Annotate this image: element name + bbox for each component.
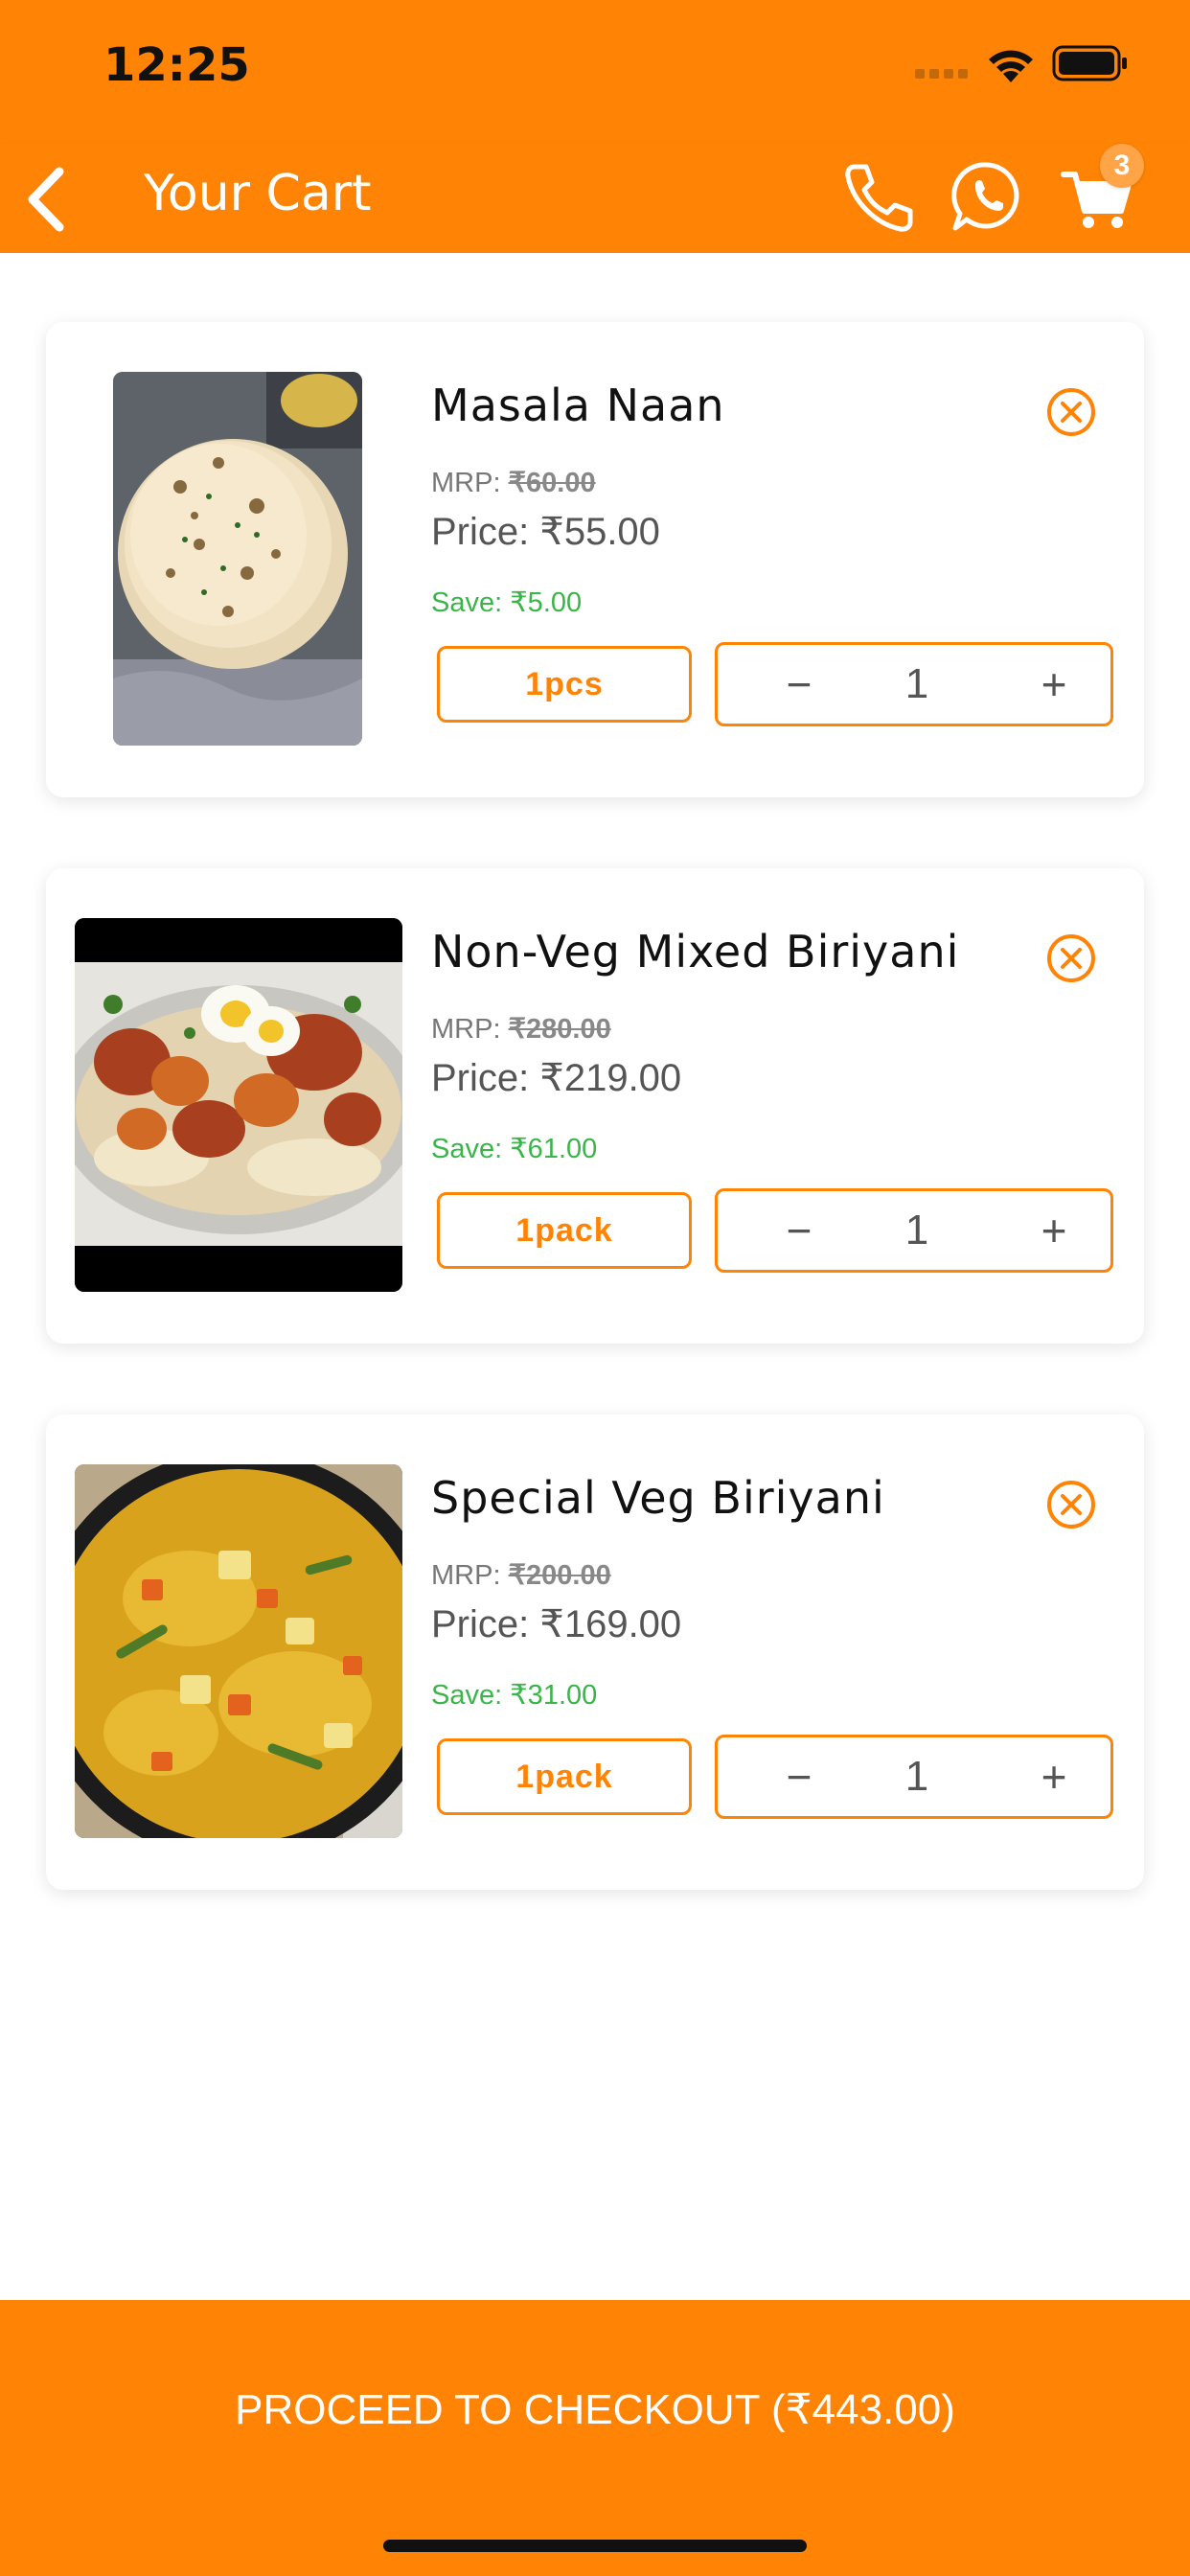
price-row: Price: ₹55.00 xyxy=(431,510,660,554)
save-row: Save: ₹31.00 xyxy=(431,1678,597,1712)
quantity-stepper: − 1 + xyxy=(715,1735,1113,1819)
increase-quantity-button[interactable]: + xyxy=(1011,645,1097,724)
checkout-bar: PROCEED TO CHECKOUT (₹443.00) xyxy=(0,2300,1190,2576)
quantity-stepper: − 1 + xyxy=(715,1188,1113,1273)
quantity-value: 1 xyxy=(904,1753,929,1800)
remove-item-icon[interactable] xyxy=(1044,932,1098,985)
decrease-quantity-button[interactable]: − xyxy=(756,1737,842,1816)
quantity-stepper: − 1 + xyxy=(715,642,1113,726)
mrp-row: MRP: ₹280.00 xyxy=(431,1012,611,1046)
home-indicator[interactable] xyxy=(383,2540,807,2552)
save-label: Save: xyxy=(431,587,503,618)
status-time: 12:25 xyxy=(103,38,250,92)
mrp-row: MRP: ₹60.00 xyxy=(431,466,596,499)
special-veg-biriyani-image xyxy=(75,1464,402,1838)
mrp-value: ₹200.00 xyxy=(508,1560,611,1591)
cart-count-badge: 3 xyxy=(1100,144,1144,188)
cart-item-card: Masala Naan MRP: ₹60.00 Price: ₹55.00 Sa… xyxy=(46,322,1144,797)
price-row: Price: ₹169.00 xyxy=(431,1602,681,1646)
cart-item-card: Special Veg Biriyani MRP: ₹200.00 Price:… xyxy=(46,1414,1144,1890)
cart-item-card: Non-Veg Mixed Biriyani MRP: ₹280.00 Pric… xyxy=(46,868,1144,1344)
whatsapp-icon[interactable] xyxy=(944,153,1030,240)
quantity-value: 1 xyxy=(904,660,929,707)
increase-quantity-button[interactable]: + xyxy=(1011,1737,1097,1816)
unit-select-button[interactable]: 1pack xyxy=(437,1738,692,1815)
price-label: Price: xyxy=(431,1057,530,1099)
price-label: Price: xyxy=(431,511,530,553)
proceed-to-checkout-button[interactable]: PROCEED TO CHECKOUT (₹443.00) xyxy=(0,2358,1190,2463)
item-name: Non-Veg Mixed Biriyani xyxy=(431,926,960,978)
quantity-value: 1 xyxy=(904,1207,929,1254)
page-title: Your Cart xyxy=(144,165,372,222)
price-label: Price: xyxy=(431,1603,530,1645)
increase-quantity-button[interactable]: + xyxy=(1011,1191,1097,1270)
price-row: Price: ₹219.00 xyxy=(431,1056,681,1100)
cellular-signal-icon xyxy=(915,69,968,79)
status-bar: 12:25 xyxy=(0,0,1190,144)
save-row: Save: ₹5.00 xyxy=(431,586,582,619)
unit-select-button[interactable]: 1pcs xyxy=(437,646,692,723)
back-arrow-icon[interactable] xyxy=(19,158,77,241)
save-value: ₹31.00 xyxy=(510,1680,598,1711)
mrp-value: ₹280.00 xyxy=(508,1014,611,1045)
remove-item-icon[interactable] xyxy=(1044,385,1098,439)
cart-list: Masala Naan MRP: ₹60.00 Price: ₹55.00 Sa… xyxy=(0,253,1190,2300)
app-bar: Your Cart xyxy=(0,144,1190,253)
mrp-label: MRP: xyxy=(431,1014,501,1045)
price-value: ₹55.00 xyxy=(539,511,660,553)
item-name: Masala Naan xyxy=(431,380,725,431)
mrp-label: MRP: xyxy=(431,468,501,498)
decrease-quantity-button[interactable]: − xyxy=(756,1191,842,1270)
price-value: ₹169.00 xyxy=(539,1603,682,1645)
remove-item-icon[interactable] xyxy=(1044,1478,1098,1531)
price-value: ₹219.00 xyxy=(539,1057,682,1099)
wifi-icon xyxy=(989,50,1033,82)
save-value: ₹61.00 xyxy=(510,1134,598,1164)
non-veg-biriyani-image xyxy=(75,918,402,1292)
decrease-quantity-button[interactable]: − xyxy=(756,645,842,724)
masala-naan-image xyxy=(113,372,362,746)
mrp-row: MRP: ₹200.00 xyxy=(431,1558,611,1592)
item-name: Special Veg Biriyani xyxy=(431,1472,885,1524)
mrp-value: ₹60.00 xyxy=(508,468,596,498)
save-row: Save: ₹61.00 xyxy=(431,1132,597,1165)
save-value: ₹5.00 xyxy=(510,587,583,618)
save-label: Save: xyxy=(431,1680,503,1711)
save-label: Save: xyxy=(431,1134,503,1164)
phone-icon[interactable] xyxy=(834,153,920,240)
unit-select-button[interactable]: 1pack xyxy=(437,1192,692,1269)
battery-icon xyxy=(1052,45,1127,81)
mrp-label: MRP: xyxy=(431,1560,501,1591)
